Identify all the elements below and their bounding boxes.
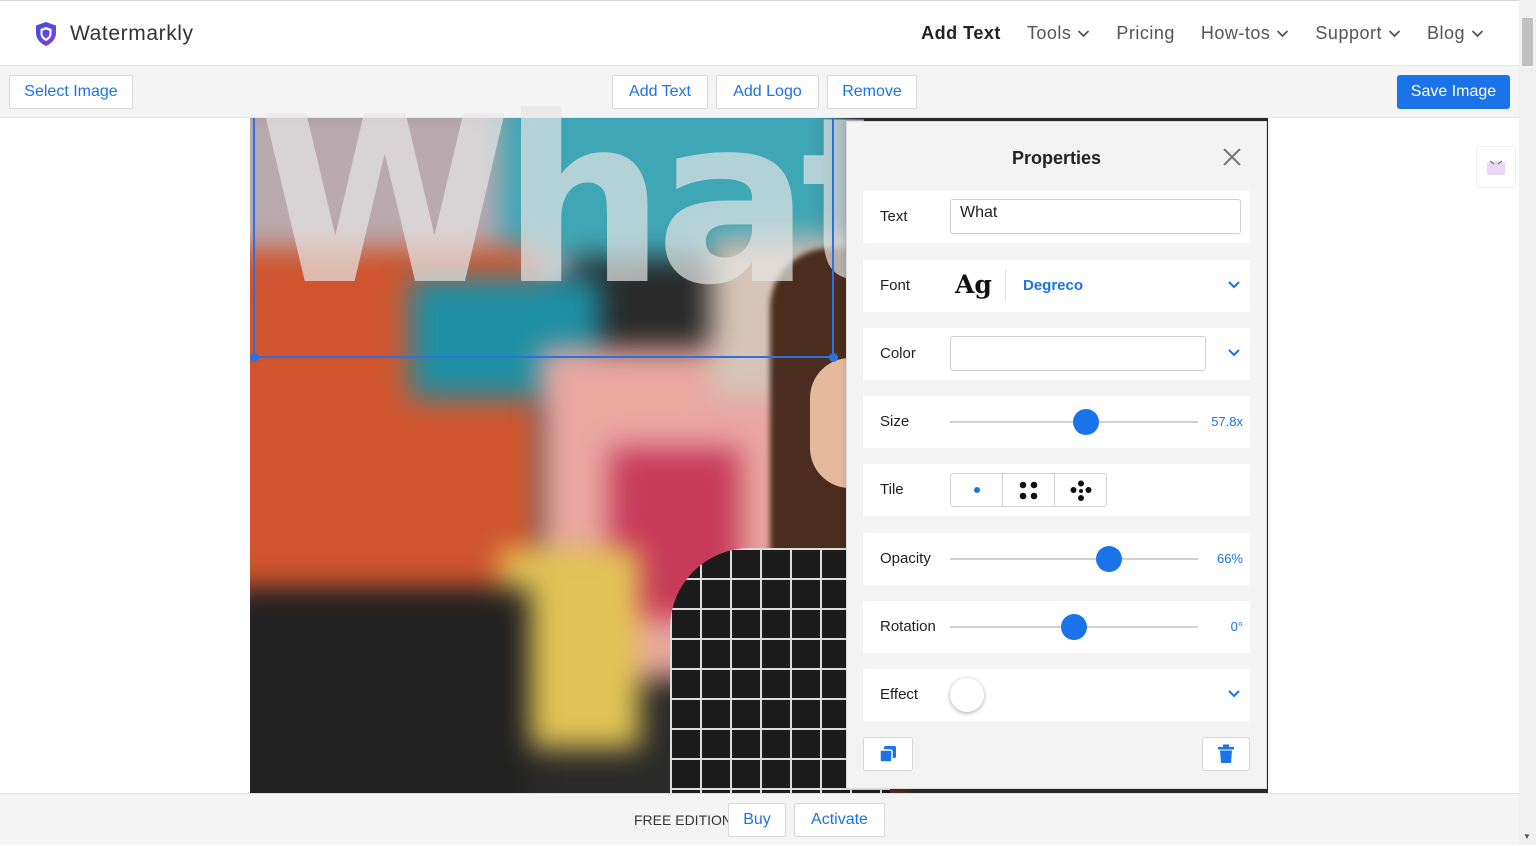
chevron-down-icon (1388, 30, 1401, 38)
resize-handle-bottom-left[interactable] (250, 353, 259, 362)
nav-item-how-tos[interactable]: How-tos (1201, 23, 1290, 44)
nav-item-label: How-tos (1200, 23, 1271, 43)
four-dots-icon (1019, 481, 1038, 500)
main-nav: Add Text Tools Pricing How-tos Support Blog (921, 23, 1484, 44)
rotation-label: Rotation (880, 618, 936, 635)
duplicate-button[interactable] (863, 737, 913, 771)
close-icon[interactable] (1222, 147, 1242, 167)
panel-title: Properties (1011, 148, 1102, 168)
opacity-value: 66% (1216, 551, 1243, 566)
color-label: Color (880, 345, 916, 362)
chevron-down-icon[interactable] (1227, 280, 1241, 290)
nav-item-label: Add Text (921, 23, 1001, 43)
nav-item-label: Tools (1026, 23, 1072, 43)
shield-logo-icon (36, 22, 56, 46)
resize-handle-bottom-right[interactable] (829, 353, 838, 362)
nav-item-pricing[interactable]: Pricing (1116, 23, 1175, 44)
site-header: Watermarkly Add Text Tools Pricing How-tos S… (0, 0, 1536, 66)
delete-button[interactable] (1202, 737, 1250, 771)
chevron-down-icon[interactable] (1227, 689, 1241, 699)
opacity-label: Opacity (880, 550, 931, 567)
footer-bar: FREE EDITION Buy Activate (0, 793, 1519, 845)
watermark-text-input[interactable] (950, 199, 1241, 234)
rotation-slider-thumb[interactable] (1061, 614, 1087, 640)
edition-label: FREE EDITION (634, 812, 733, 828)
scrollbar-thumb[interactable] (1522, 18, 1533, 66)
nav-item-label: Blog (1426, 23, 1465, 43)
effect-row: Effect (863, 669, 1250, 721)
size-slider-thumb[interactable] (1073, 409, 1100, 435)
single-dot-icon (974, 487, 980, 493)
activate-button[interactable]: Activate (794, 803, 885, 837)
properties-panel: Properties Text Font Ag Degreco Color Si… (846, 121, 1267, 789)
select-image-button[interactable]: Select Image (9, 75, 133, 109)
nav-item-add-text[interactable]: Add Text (921, 23, 1001, 44)
opacity-slider-track[interactable] (950, 558, 1198, 560)
rotation-row: Rotation 0° (863, 601, 1250, 653)
font-preview: Ag (955, 270, 992, 299)
chevron-down-icon[interactable] (1227, 348, 1241, 358)
trash-icon (1218, 744, 1234, 763)
text-label: Text (880, 208, 908, 225)
chevron-down-icon (1078, 30, 1090, 38)
opacity-row: Opacity 66% (863, 533, 1250, 585)
buy-button[interactable]: Buy (728, 803, 786, 837)
tile-single-button[interactable] (951, 474, 1003, 506)
color-row: Color (863, 328, 1250, 380)
size-label: Size (880, 413, 910, 430)
font-select-value[interactable]: Degreco (1023, 260, 1083, 312)
size-row: Size 57.8x (863, 396, 1250, 448)
logo[interactable]: Watermarkly (34, 21, 194, 47)
tile-row: Tile (863, 464, 1250, 516)
color-input[interactable] (950, 336, 1206, 371)
nav-item-label: Support (1315, 23, 1382, 43)
opacity-slider-thumb[interactable] (1095, 546, 1122, 572)
effect-label: Effect (880, 686, 919, 703)
page-scrollbar[interactable]: ▼ (1519, 0, 1536, 845)
photo-region (250, 588, 530, 794)
save-image-button[interactable]: Save Image (1397, 75, 1510, 109)
nav-item-tools[interactable]: Tools (1027, 23, 1091, 44)
app-name: Watermarkly (70, 22, 194, 45)
side-widget[interactable] (1476, 146, 1516, 188)
nav-item-label: Pricing (1116, 23, 1175, 43)
tile-options (950, 473, 1107, 507)
tile-scatter-button[interactable] (1055, 474, 1106, 506)
rotation-value: 0° (1230, 619, 1243, 634)
scroll-down-arrow-icon[interactable]: ▼ (1523, 832, 1531, 841)
effect-toggle[interactable] (950, 678, 984, 712)
watermark-selection-box[interactable] (253, 118, 834, 358)
chevron-down-icon (1277, 30, 1289, 38)
chevron-down-icon (1471, 30, 1484, 38)
collapse-icon (1487, 160, 1505, 175)
font-label: Font (880, 277, 911, 294)
tile-label: Tile (880, 481, 904, 498)
nav-item-support[interactable]: Support (1315, 23, 1401, 44)
tile-grid-button[interactable] (1003, 474, 1055, 506)
five-dots-icon (1070, 480, 1092, 501)
text-row: Text (863, 191, 1250, 243)
size-value: 57.8x (1211, 414, 1243, 429)
font-row[interactable]: Font Ag Degreco (863, 260, 1250, 312)
divider (1005, 270, 1006, 302)
duplicate-icon (879, 746, 896, 763)
nav-item-blog[interactable]: Blog (1427, 23, 1484, 44)
